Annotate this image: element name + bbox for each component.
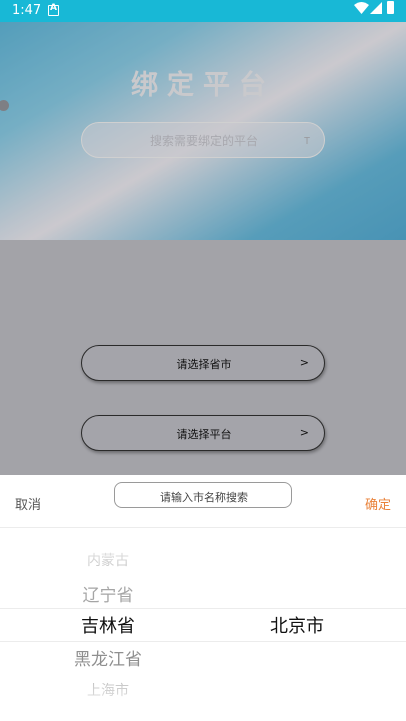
province-option[interactable]: 黑龙江省 [58, 645, 158, 670]
province-option-selected[interactable]: 吉林省 [58, 612, 158, 638]
select-province-button[interactable]: 请选择省市 > [81, 345, 325, 381]
wifi-icon [354, 2, 369, 14]
city-search-placeholder: 请输入市名称搜索 [160, 491, 248, 504]
city-search-input[interactable]: 请输入市名称搜索 [114, 482, 292, 508]
select-platform-label: 请选择平台 [176, 428, 232, 441]
notification-icon [48, 3, 59, 16]
province-option[interactable]: 辽宁省 [58, 581, 158, 606]
search-placeholder: 搜索需要绑定的平台 [149, 134, 258, 148]
select-province-label: 请选择省市 [176, 358, 232, 371]
city-option-selected[interactable]: 北京市 [247, 612, 347, 638]
picker-header: 取消 请输入市名称搜索 确定 [0, 475, 406, 528]
province-option[interactable]: 上海市 [58, 680, 158, 700]
text-cursor-icon: T [303, 136, 310, 147]
status-bar: 1:47 [0, 0, 406, 22]
selection-line-bottom [0, 641, 406, 642]
signal-icon [370, 2, 382, 14]
selection-line-top [0, 608, 406, 609]
province-option[interactable]: 内蒙古 [58, 550, 158, 570]
chevron-right-icon: > [299, 426, 309, 439]
battery-icon [387, 1, 394, 14]
select-platform-button[interactable]: 请选择平台 > [81, 415, 325, 451]
confirm-button[interactable]: 确定 [365, 494, 391, 513]
picker-wheels[interactable]: 内蒙古 辽宁省 吉林省 黑龙江省 上海市 北京市 [0, 528, 406, 721]
cancel-button[interactable]: 取消 [15, 494, 41, 513]
city-picker-sheet: 取消 请输入市名称搜索 确定 内蒙古 辽宁省 吉林省 黑龙江省 上海市 北京市 [0, 475, 406, 721]
platform-search-input[interactable]: 搜索需要绑定的平台 T [81, 122, 325, 158]
status-time: 1:47 [12, 3, 42, 18]
page-title: 绑定平台 [131, 70, 275, 101]
chevron-right-icon: > [299, 356, 309, 369]
